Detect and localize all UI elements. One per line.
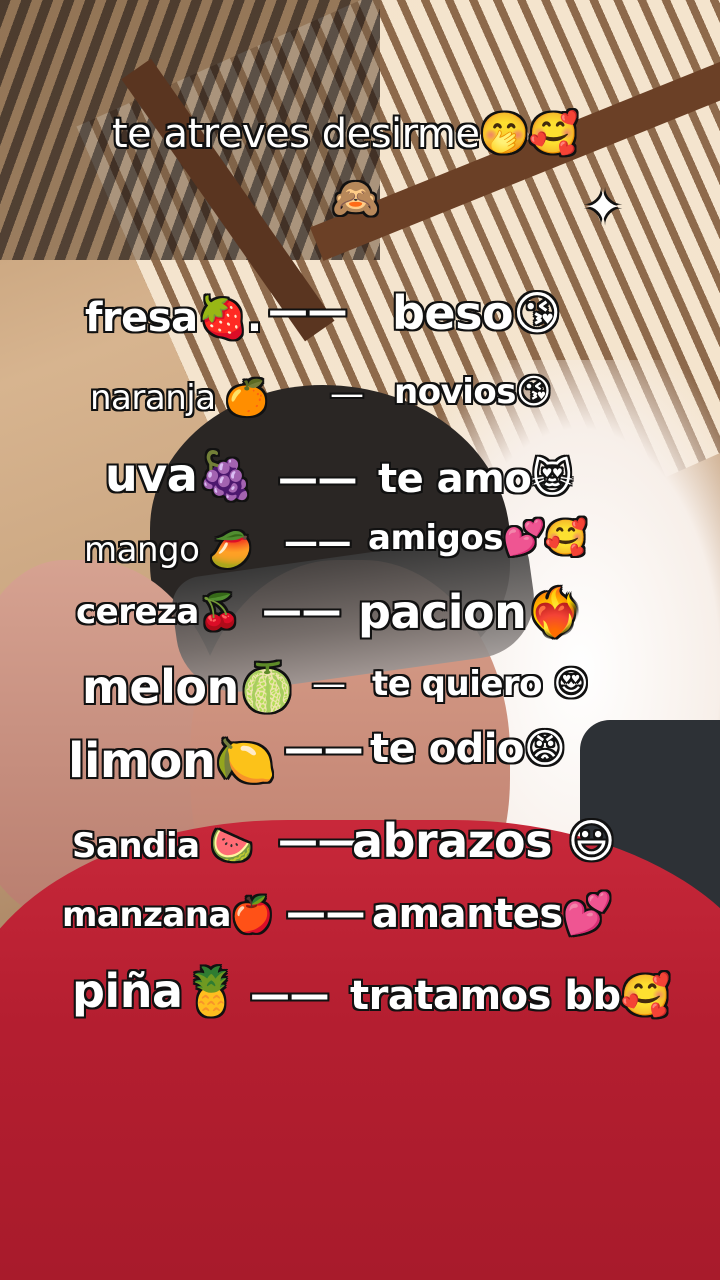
dash: —: [330, 374, 364, 414]
meaning-label: pacion❤️‍🔥: [358, 585, 584, 639]
meaning-label: amantes💕: [372, 891, 613, 937]
fruit-label: piña🍍: [72, 964, 240, 1018]
dash: ——: [286, 890, 366, 936]
overlay-title: te atreves desirme🤭🥰: [112, 111, 579, 157]
fruit-label: manzana🍎: [62, 895, 273, 935]
text-overlay: te atreves desirme🤭🥰 🙈 ✦ fresa🍓. —— beso…: [0, 0, 720, 1280]
meaning-label: te quiero 😍: [372, 664, 589, 704]
fruit-label: fresa🍓.: [85, 295, 262, 341]
sparkle-icon: ✦: [583, 180, 623, 234]
dash: ——: [278, 456, 358, 502]
meaning-label: te amo😻: [378, 456, 573, 502]
fruit-label: Sandia 🍉: [72, 826, 253, 866]
dash: ——: [278, 818, 358, 864]
meaning-label: amigos💕🥰: [368, 518, 587, 558]
fruit-label: melon🍈: [82, 660, 296, 714]
fruit-label: naranja 🍊: [90, 378, 268, 418]
fruit-label: mango 🥭: [84, 530, 252, 570]
meaning-label: beso😘: [392, 286, 561, 340]
fruit-label: cereza🍒: [76, 592, 241, 632]
dash: ——: [284, 522, 352, 562]
monkey-emoji: 🙈: [332, 176, 379, 220]
meaning-label: novios😘: [394, 372, 551, 412]
dash: ——: [262, 588, 342, 634]
meaning-label: tratamos bb🥰: [350, 973, 670, 1019]
dash: ——: [268, 288, 348, 334]
meaning-label: te odio😡: [370, 726, 566, 772]
dash: ——: [284, 726, 364, 772]
meaning-label: abrazos 😃: [352, 814, 615, 868]
dash: —: [312, 664, 346, 704]
fruit-label: limon🍋: [68, 733, 275, 789]
fruit-label: uva🍇: [105, 448, 255, 502]
dash: ——: [250, 972, 330, 1018]
